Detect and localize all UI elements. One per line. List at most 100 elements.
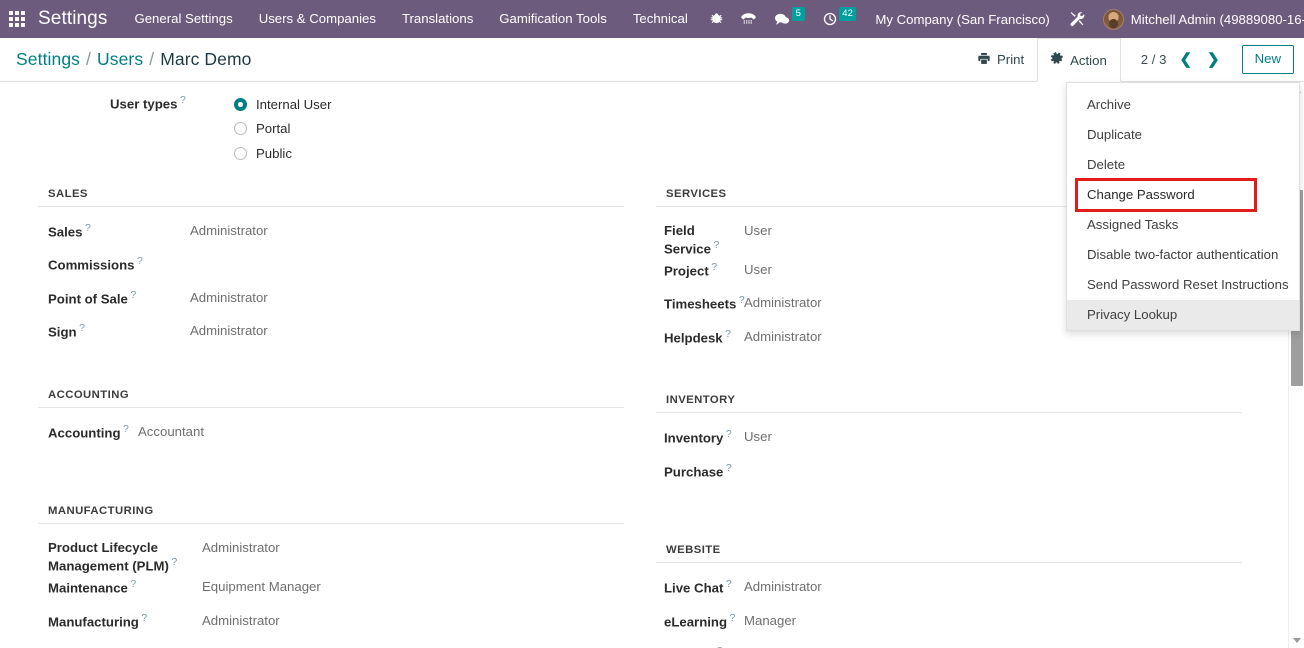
- breadcrumb: Settings / Users / Marc Demo: [0, 38, 252, 81]
- print-button[interactable]: Print: [964, 38, 1037, 81]
- control-panel-spacer: [252, 38, 964, 81]
- help-icon[interactable]: ?: [171, 556, 177, 568]
- help-icon[interactable]: ?: [725, 328, 731, 340]
- help-icon[interactable]: ?: [137, 255, 143, 267]
- radio-public-input[interactable]: [234, 146, 247, 160]
- radio-portal[interactable]: Portal: [234, 117, 332, 142]
- menu-item-archive[interactable]: Archive: [1067, 89, 1299, 119]
- field-label-project: Project?: [656, 258, 744, 280]
- help-icon[interactable]: ?: [726, 462, 732, 474]
- field-row-accounting: Accounting? Accountant: [38, 420, 624, 454]
- help-icon[interactable]: ?: [713, 239, 719, 251]
- apps-grid-icon[interactable]: [6, 8, 28, 30]
- field-label-sales: Sales?: [38, 219, 190, 241]
- field-value-purchase[interactable]: [744, 459, 1242, 462]
- action-button[interactable]: Action: [1037, 38, 1121, 82]
- field-label-sales-text: Sales: [48, 223, 83, 239]
- scroll-down-arrow-icon[interactable]: [1289, 632, 1304, 648]
- nav-menu-gamification-tools[interactable]: Gamification Tools: [486, 2, 620, 35]
- field-value-point-of-sale[interactable]: Administrator: [190, 286, 624, 306]
- help-icon[interactable]: ?: [730, 612, 736, 624]
- help-icon[interactable]: ?: [726, 578, 732, 590]
- field-row-live-chat: Live Chat? Administrator: [656, 575, 1242, 609]
- menu-item-assigned-tasks[interactable]: Assigned Tasks: [1067, 210, 1299, 240]
- menu-item-delete[interactable]: Delete: [1067, 149, 1299, 179]
- help-icon[interactable]: ?: [130, 289, 136, 301]
- menu-item-change-password-label: Change Password: [1087, 186, 1195, 202]
- field-value-maintenance[interactable]: Equipment Manager: [202, 575, 624, 595]
- new-button[interactable]: New: [1241, 45, 1294, 74]
- messages-icon[interactable]: 5: [765, 6, 814, 33]
- user-types-label: User types?: [110, 92, 210, 166]
- field-value-manufacturing[interactable]: Administrator: [202, 609, 624, 629]
- navbar-system-icons: 5 42: [701, 6, 866, 33]
- bug-icon[interactable]: [701, 6, 732, 32]
- messages-count-badge: 5: [791, 6, 805, 22]
- field-label-accounting-text: Accounting: [48, 424, 121, 440]
- menu-item-send-password-reset-instructions[interactable]: Send Password Reset Instructions: [1067, 270, 1299, 300]
- help-icon[interactable]: ?: [180, 94, 186, 106]
- help-icon[interactable]: ?: [726, 428, 732, 440]
- user-menu[interactable]: Mitchell Admin (49889080-16-0-all): [1095, 3, 1304, 36]
- left-column: SALES Sales? Administrator Commissions? …: [38, 188, 652, 648]
- nav-menu-users-companies[interactable]: Users & Companies: [246, 2, 389, 35]
- field-row-elearning: eLearning? Manager: [656, 609, 1242, 643]
- field-label-accounting: Accounting?: [38, 420, 138, 442]
- chevron-right-icon[interactable]: ❯: [1201, 49, 1226, 70]
- help-icon[interactable]: ?: [85, 222, 91, 234]
- group-title-inventory: INVENTORY: [656, 394, 1242, 414]
- wrench-screwdriver-icon[interactable]: [1060, 5, 1095, 33]
- group-title-manufacturing: MANUFACTURING: [38, 505, 624, 524]
- menu-item-disable-two-factor-authentication[interactable]: Disable two-factor authentication: [1067, 240, 1299, 270]
- radio-portal-input[interactable]: [234, 122, 247, 136]
- menu-item-change-password[interactable]: Change Password: [1067, 178, 1299, 212]
- pager-value[interactable]: 2 / 3: [1137, 50, 1171, 69]
- field-select-website[interactable]: Editor and Designer: [744, 642, 1180, 648]
- app-brand-settings[interactable]: Settings: [38, 8, 107, 30]
- user-types-radio-group: Internal User Portal Public: [234, 92, 332, 166]
- field-label-inventory-text: Inventory: [664, 430, 724, 446]
- field-label-helpdesk-text: Helpdesk: [664, 330, 723, 346]
- field-value-inventory[interactable]: User: [744, 425, 1242, 445]
- help-icon[interactable]: ?: [79, 322, 85, 334]
- group-title-accounting: ACCOUNTING: [38, 389, 624, 408]
- field-label-sign-text: Sign: [48, 324, 77, 340]
- pager: 2 / 3 ❮ ❯: [1121, 38, 1234, 81]
- gear-icon: [1051, 52, 1064, 68]
- help-icon[interactable]: ?: [123, 423, 129, 435]
- chevron-left-icon[interactable]: ❮: [1173, 49, 1198, 70]
- help-icon[interactable]: ?: [130, 578, 136, 590]
- help-icon[interactable]: ?: [711, 261, 717, 273]
- nav-menu-technical[interactable]: Technical: [620, 2, 701, 35]
- breadcrumb-item-users[interactable]: Users: [97, 49, 143, 70]
- field-value-sales[interactable]: Administrator: [190, 219, 624, 239]
- control-panel: Settings / Users / Marc Demo Print Actio…: [0, 38, 1304, 332]
- menu-item-archive-label: Archive: [1087, 96, 1131, 112]
- user-types-label-text: User types: [110, 96, 178, 112]
- radio-internal-user-input[interactable]: [234, 97, 247, 111]
- nav-menu-general-settings[interactable]: General Settings: [121, 2, 245, 35]
- nav-menu-translations[interactable]: Translations: [389, 2, 486, 35]
- field-label-maintenance-text: Maintenance: [48, 580, 128, 596]
- breadcrumb-item-settings[interactable]: Settings: [16, 49, 80, 70]
- field-row-purchase: Purchase?: [656, 459, 1242, 493]
- radio-public[interactable]: Public: [234, 141, 332, 166]
- phone-icon[interactable]: [732, 6, 765, 32]
- radio-internal-user[interactable]: Internal User: [234, 92, 332, 117]
- field-label-website: Website?: [656, 642, 744, 648]
- field-value-accounting[interactable]: Accountant: [138, 420, 624, 440]
- field-value-sign[interactable]: Administrator: [190, 319, 624, 339]
- field-value-elearning[interactable]: Manager: [744, 609, 1242, 629]
- field-label-inventory: Inventory?: [656, 425, 744, 447]
- menu-item-duplicate[interactable]: Duplicate: [1067, 119, 1299, 149]
- field-value-plm[interactable]: Administrator: [202, 536, 624, 556]
- field-row-sales: Sales? Administrator: [38, 219, 624, 253]
- activities-clock-icon[interactable]: 42: [814, 6, 866, 33]
- field-value-commissions[interactable]: [190, 252, 624, 255]
- menu-item-assigned-tasks-label: Assigned Tasks: [1087, 217, 1179, 233]
- field-value-live-chat[interactable]: Administrator: [744, 575, 1242, 595]
- menu-item-privacy-lookup[interactable]: Privacy Lookup: [1067, 299, 1299, 331]
- help-icon[interactable]: ?: [141, 612, 147, 624]
- company-switcher[interactable]: My Company (San Francisco): [865, 4, 1059, 35]
- group-title-website: WEBSITE: [656, 544, 1242, 564]
